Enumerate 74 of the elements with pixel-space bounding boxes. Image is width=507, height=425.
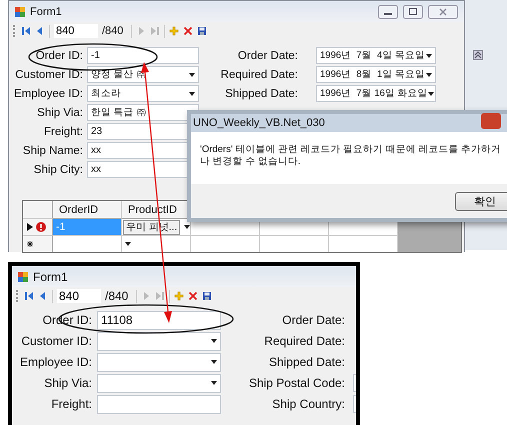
collapse-icon[interactable] bbox=[473, 50, 483, 60]
position-field[interactable]: 840 bbox=[57, 289, 101, 303]
field-label: Customer ID: bbox=[20, 334, 92, 348]
dropdown-icon bbox=[211, 339, 217, 343]
field-label: Ship Country: bbox=[271, 397, 345, 411]
form-icon bbox=[15, 6, 25, 16]
dropdown-cell[interactable] bbox=[122, 236, 191, 252]
text-field[interactable]: 11108 bbox=[97, 310, 221, 330]
error-icon bbox=[36, 222, 46, 232]
field-label: Customer ID: bbox=[14, 68, 83, 80]
add-icon[interactable] bbox=[174, 291, 184, 301]
date-picker[interactable]: 1996년 7월 16일 화요일 bbox=[316, 85, 436, 102]
field-label: Ship Via: bbox=[43, 376, 92, 390]
row-header[interactable] bbox=[23, 236, 53, 252]
field-label: Ship Postal Code: bbox=[248, 376, 345, 390]
play-icon[interactable] bbox=[35, 26, 45, 36]
field-label: Order Date: bbox=[236, 50, 298, 62]
field-label: Freight: bbox=[50, 397, 92, 411]
dropdown-icon bbox=[184, 225, 190, 229]
field-label: Ship Via: bbox=[36, 106, 83, 118]
delete-icon[interactable] bbox=[183, 26, 194, 36]
window-title: Form1 bbox=[30, 6, 62, 18]
record-count: /840 bbox=[105, 289, 130, 303]
record-count: /840 bbox=[102, 25, 124, 37]
skip-icon[interactable] bbox=[24, 291, 34, 301]
dropdown-icon bbox=[211, 381, 217, 385]
dropdown-icon bbox=[426, 72, 432, 76]
error-message: 'Orders' 테이블에 관련 레코드가 필요하기 때문에 레코드를 추가하거나 변경할 수 없습니다. bbox=[200, 144, 502, 168]
dropdown-icon bbox=[428, 92, 434, 96]
play-icon[interactable] bbox=[38, 291, 48, 301]
field-label: Freight: bbox=[43, 126, 83, 138]
window-title: Form1 bbox=[33, 270, 68, 284]
current-row-icon bbox=[27, 223, 33, 231]
date-picker[interactable]: 1996년 7월 4일 목요일 bbox=[316, 47, 436, 64]
dropdown-icon bbox=[125, 242, 131, 246]
table-cell[interactable] bbox=[191, 236, 260, 252]
dropdown-field[interactable] bbox=[97, 332, 221, 350]
delete-icon[interactable] bbox=[188, 291, 198, 301]
field-label: Ship Name: bbox=[22, 144, 83, 156]
skip-icon[interactable] bbox=[21, 26, 31, 36]
save-icon[interactable] bbox=[202, 291, 212, 301]
field-label: Employee ID: bbox=[18, 355, 92, 369]
form-icon bbox=[18, 272, 28, 282]
field-label: Ship City: bbox=[32, 164, 83, 176]
position-field[interactable]: 840 bbox=[54, 24, 98, 38]
field-label: Required Date: bbox=[263, 334, 345, 348]
dropdown-icon bbox=[189, 72, 195, 76]
text-field[interactable]: -1 bbox=[87, 47, 199, 64]
dropdown-field[interactable]: 최소라 bbox=[87, 85, 199, 102]
new-row-icon bbox=[27, 240, 33, 248]
table-cell[interactable] bbox=[53, 236, 122, 252]
field-label: Required Date: bbox=[220, 68, 298, 80]
save-icon[interactable] bbox=[197, 26, 208, 36]
field-label: Shipped Date: bbox=[268, 355, 345, 369]
dropdown-field[interactable] bbox=[97, 352, 221, 372]
column-header[interactable]: OrderID bbox=[53, 201, 122, 219]
field-label: Order Date: bbox=[281, 313, 345, 327]
maximize-icon[interactable] bbox=[403, 4, 423, 18]
date-picker[interactable]: 1996년 8월 1일 목요일 bbox=[316, 66, 436, 83]
dropdown-field[interactable] bbox=[97, 374, 221, 392]
table-cell[interactable] bbox=[329, 236, 398, 252]
dropdown-icon bbox=[189, 92, 195, 96]
dropdown-field[interactable]: 한일 특급 ㈜ bbox=[87, 104, 199, 121]
ok-button[interactable]: 확인 bbox=[455, 192, 507, 210]
field-label: Order ID: bbox=[34, 50, 83, 62]
dropdown-icon bbox=[426, 54, 432, 58]
text-field[interactable] bbox=[97, 394, 221, 414]
table-cell[interactable] bbox=[260, 236, 329, 252]
field-label: Shipped Date: bbox=[224, 88, 298, 100]
row-header[interactable] bbox=[23, 219, 53, 236]
dropdown-icon bbox=[211, 360, 217, 364]
field-label: Employee ID: bbox=[12, 88, 83, 100]
minimize-icon[interactable] bbox=[378, 4, 398, 18]
add-icon[interactable] bbox=[169, 26, 180, 36]
